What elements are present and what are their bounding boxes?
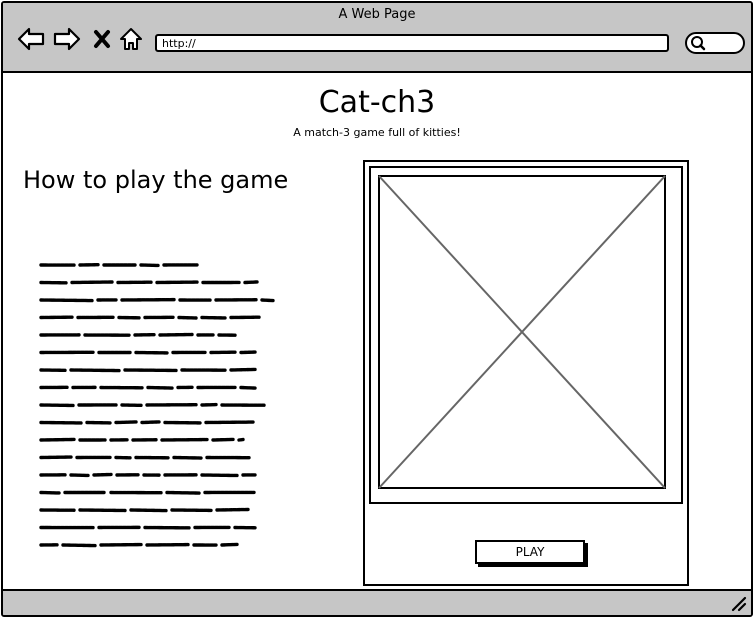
page-content: Cat-ch3 A match-3 game full of kitties! … bbox=[3, 73, 751, 589]
browser-window: A Web Page http:// Cat-ch3 A match-3 gam… bbox=[1, 1, 753, 617]
home-icon[interactable] bbox=[118, 26, 144, 52]
search-icon bbox=[691, 36, 706, 51]
browser-titlebar: A Web Page http:// bbox=[3, 3, 751, 73]
page-title: Cat-ch3 bbox=[318, 85, 436, 120]
page-subtitle: A match-3 game full of kitties! bbox=[293, 126, 461, 139]
address-bar[interactable]: http:// bbox=[155, 34, 669, 52]
instructions-text-placeholder bbox=[39, 262, 275, 548]
image-placeholder-icon bbox=[378, 175, 666, 489]
back-arrow-icon[interactable] bbox=[17, 26, 45, 52]
game-board-placeholder bbox=[369, 166, 683, 504]
forward-arrow-icon[interactable] bbox=[53, 26, 81, 52]
window-title: A Web Page bbox=[338, 7, 416, 22]
play-button[interactable]: PLAY bbox=[475, 540, 585, 564]
stop-icon[interactable] bbox=[91, 26, 113, 52]
game-panel: PLAY bbox=[363, 160, 689, 586]
search-field[interactable] bbox=[685, 32, 745, 54]
status-bar bbox=[3, 589, 751, 615]
resize-grip-icon[interactable] bbox=[731, 596, 747, 612]
section-heading: How to play the game bbox=[23, 166, 289, 194]
